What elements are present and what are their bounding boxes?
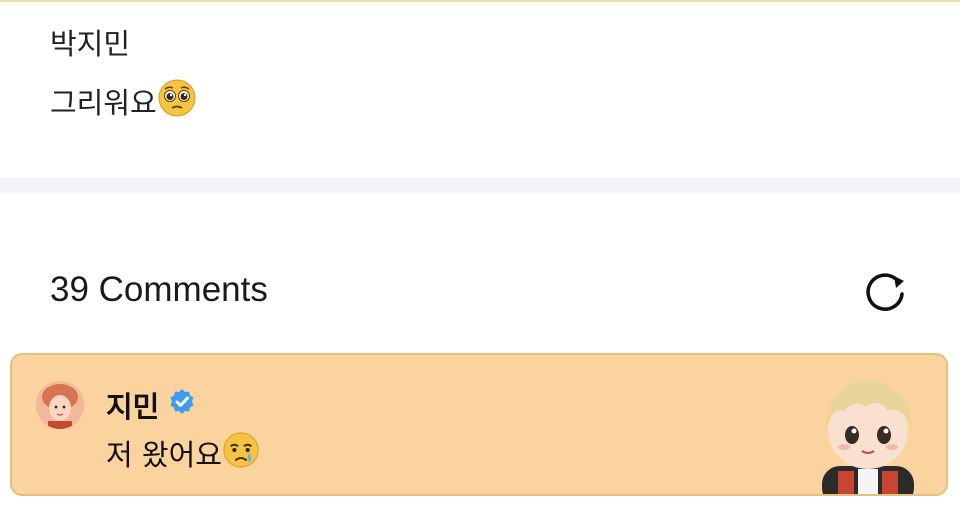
comment-text: 저 왔어요 (106, 431, 260, 479)
pleading-face-icon (157, 78, 197, 128)
post-body-text: 그리워요 (50, 86, 157, 120)
comment-author-name: 지민 (106, 389, 160, 424)
post-author: 박지민 (50, 27, 131, 61)
verified-badge-icon (167, 387, 197, 426)
character-sticker-icon (808, 371, 928, 494)
comment-text-content: 저 왔어요 (106, 438, 222, 472)
comment-author: 지민 (106, 387, 197, 426)
refresh-icon[interactable] (858, 264, 914, 320)
comments-header: 39 Comments (0, 193, 960, 343)
pinned-comment[interactable]: 지민 저 왔어요 (10, 353, 948, 496)
crying-face-icon (222, 431, 260, 479)
post-content: 박지민 그리워요 (0, 2, 960, 178)
avatar[interactable] (36, 381, 84, 429)
post-body: 그리워요 (50, 78, 197, 128)
section-separator (0, 178, 960, 193)
comments-count: 39 Comments (50, 270, 268, 309)
